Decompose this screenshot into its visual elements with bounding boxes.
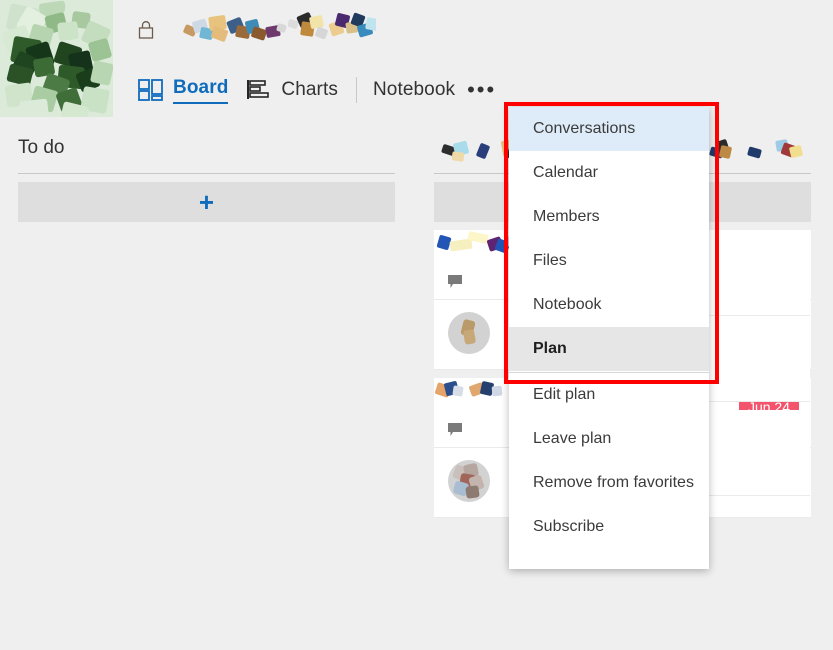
more-options-button[interactable]: •••	[461, 79, 502, 101]
menu-item-conversations[interactable]: Conversations	[509, 107, 709, 151]
charts-icon	[247, 80, 270, 99]
app-root: Board Charts Notebook ••• To do + Jun 24…	[0, 0, 833, 650]
bucket-header	[700, 122, 810, 174]
menu-item-files[interactable]: Files	[509, 239, 709, 283]
menu-item-remove-from-favorites[interactable]: Remove from favorites	[509, 461, 709, 505]
tab-notebook-label: Notebook	[372, 79, 456, 100]
board-icon	[138, 79, 163, 101]
menu-item-leave-plan[interactable]: Leave plan	[509, 417, 709, 461]
avatar	[448, 312, 490, 354]
add-task-button[interactable]	[700, 182, 810, 222]
plus-icon: +	[198, 187, 215, 217]
more-options-menu: Conversations Calendar Members Files Not…	[509, 107, 709, 569]
menu-item-label: Notebook	[533, 296, 602, 313]
menu-item-label: Subscribe	[533, 518, 605, 535]
comment-icon	[448, 423, 462, 436]
avatar	[448, 460, 490, 502]
tab-separator	[355, 77, 357, 103]
plan-subtitle-redacted	[288, 12, 376, 44]
tab-notebook[interactable]: Notebook	[373, 70, 455, 110]
tab-charts[interactable]: Charts	[246, 70, 338, 110]
menu-bottom-padding	[509, 549, 709, 569]
plan-title-redacted	[182, 14, 288, 44]
menu-item-notebook[interactable]: Notebook	[509, 283, 709, 327]
menu-item-label: Remove from favorites	[533, 474, 694, 491]
bucket-title: To do	[18, 136, 65, 158]
comment-icon	[448, 275, 462, 288]
task-card[interactable]	[700, 316, 810, 402]
group-avatar	[0, 0, 113, 117]
tab-board[interactable]: Board	[138, 70, 229, 110]
menu-item-label: Leave plan	[533, 430, 612, 447]
menu-item-label: Files	[533, 252, 567, 269]
task-card[interactable]	[700, 230, 810, 316]
menu-item-label: Members	[533, 208, 600, 225]
tab-board-label: Board	[173, 77, 229, 104]
bucket-to-do: To do +	[18, 122, 395, 222]
tab-charts-label: Charts	[281, 79, 338, 100]
menu-item-label: Calendar	[533, 164, 598, 181]
menu-item-plan[interactable]: Plan	[509, 327, 709, 371]
bucket-three	[700, 122, 810, 496]
add-task-button[interactable]: +	[18, 182, 395, 222]
menu-item-label: Plan	[533, 340, 567, 357]
menu-item-calendar[interactable]: Calendar	[509, 151, 709, 195]
bucket-header: To do	[18, 122, 395, 174]
menu-item-subscribe[interactable]: Subscribe	[509, 505, 709, 549]
menu-item-edit-plan[interactable]: Edit plan	[509, 373, 709, 417]
lock-icon	[138, 21, 154, 39]
menu-item-label: Conversations	[533, 120, 636, 137]
menu-item-members[interactable]: Members	[509, 195, 709, 239]
task-card[interactable]	[700, 410, 810, 496]
bucket-title-redacted	[708, 136, 808, 162]
bucket-gap	[700, 402, 810, 410]
tab-bar: Board Charts Notebook •••	[138, 70, 502, 110]
menu-item-label: Edit plan	[533, 386, 596, 403]
